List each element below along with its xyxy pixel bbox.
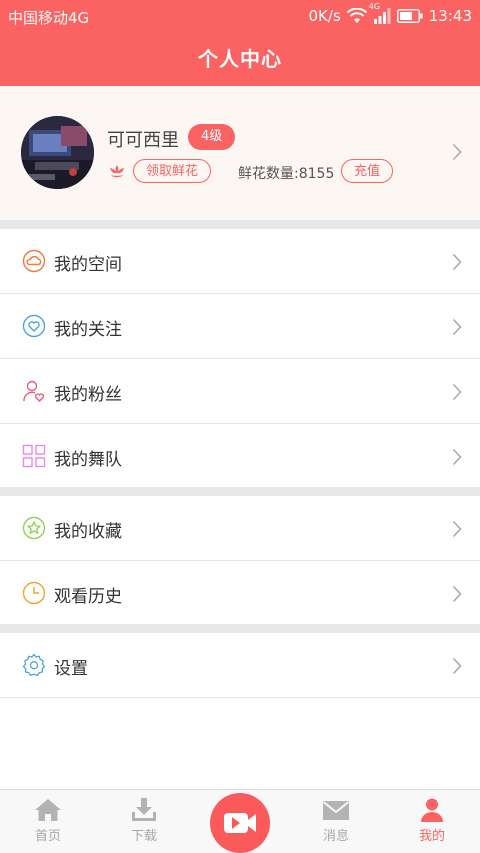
section-divider	[0, 220, 480, 229]
tab-home[interactable]: 首页	[0, 790, 96, 853]
username: 可可西里	[107, 130, 179, 151]
page-title: 个人中心	[0, 32, 480, 86]
flower-count: 鲜花数量:8155	[238, 166, 335, 182]
battery-icon	[396, 9, 423, 23]
network-speed: 0K/s	[308, 7, 341, 25]
menu-item-label: 我的空间	[54, 255, 122, 275]
tab-messages[interactable]: 消息	[288, 790, 384, 853]
section-divider	[0, 624, 480, 633]
menu-item-my-space[interactable]: 我的空间	[0, 229, 480, 294]
fans-icon	[22, 379, 46, 403]
tab-label: 首页	[34, 829, 61, 844]
user-icon	[384, 798, 480, 822]
chevron-right-icon	[452, 143, 462, 165]
menu-item-my-dance-team[interactable]: 我的舞队	[0, 424, 480, 489]
chevron-right-icon	[452, 383, 462, 405]
mail-icon	[288, 798, 384, 822]
tab-label: 我的	[418, 829, 445, 844]
chevron-right-icon	[452, 253, 462, 275]
chevron-right-icon	[452, 657, 462, 679]
menu-item-label: 我的舞队	[54, 450, 122, 470]
video-record-icon	[210, 813, 270, 853]
profile-card[interactable]: 可可西里 4级 领取鲜花 鲜花数量:8155 充值	[0, 86, 480, 220]
wifi-icon	[346, 8, 367, 24]
menu-item-label: 我的收藏	[54, 522, 122, 542]
tab-mine[interactable]: 我的	[384, 790, 480, 853]
menu-item-my-fans[interactable]: 我的粉丝	[0, 359, 480, 424]
heart-icon	[22, 314, 46, 338]
network-type-label: 4G	[368, 2, 381, 11]
status-bar: 中国移动4G 0K/s 4G 13:43	[0, 0, 480, 32]
carrier-label: 中国移动4G	[8, 9, 90, 27]
home-icon	[0, 798, 96, 822]
level-badge: 4级	[188, 124, 236, 150]
menu-item-settings[interactable]: 设置	[0, 633, 480, 698]
recharge-button[interactable]: 充值	[341, 159, 394, 183]
chevron-right-icon	[452, 585, 462, 607]
clock-time: 13:43	[428, 7, 472, 25]
cloud-icon	[22, 249, 46, 273]
menu-item-label: 我的粉丝	[54, 385, 122, 405]
signal-icon: 4G	[369, 2, 391, 24]
video-record-button[interactable]	[210, 793, 270, 853]
chevron-right-icon	[452, 520, 462, 542]
gear-icon	[22, 653, 46, 677]
menu-item-watch-history[interactable]: 观看历史	[0, 561, 480, 626]
download-icon	[96, 798, 192, 822]
section-divider	[0, 487, 480, 496]
tab-label: 消息	[322, 829, 349, 844]
chevron-right-icon	[452, 448, 462, 470]
star-icon	[22, 516, 46, 540]
tab-label: 下载	[130, 829, 157, 844]
menu-item-label: 我的关注	[54, 320, 122, 340]
menu-item-my-favorites[interactable]: 我的收藏	[0, 496, 480, 561]
avatar[interactable]	[21, 116, 94, 189]
menu-item-my-follows[interactable]: 我的关注	[0, 294, 480, 359]
menu-item-label: 设置	[54, 659, 88, 679]
chevron-right-icon	[452, 318, 462, 340]
grid-icon	[22, 444, 46, 468]
get-flower-button[interactable]: 领取鲜花	[133, 159, 212, 183]
flower-icon	[107, 163, 127, 185]
menu-item-label: 观看历史	[54, 587, 122, 607]
tab-download[interactable]: 下载	[96, 790, 192, 853]
clock-icon	[22, 581, 46, 605]
